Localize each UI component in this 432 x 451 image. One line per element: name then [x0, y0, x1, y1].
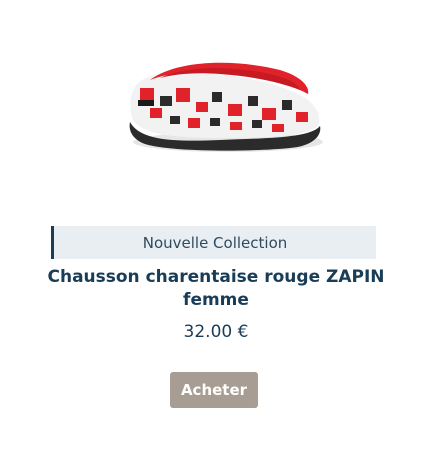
product-price: 32.00 € — [183, 322, 249, 342]
product-image[interactable] — [110, 30, 330, 180]
product-card: Nouvelle Collection Chausson charentaise… — [0, 0, 432, 451]
buy-button[interactable]: Acheter — [170, 372, 258, 408]
slipper-illustration — [129, 62, 323, 152]
new-collection-badge: Nouvelle Collection — [51, 226, 376, 259]
badge-label: Nouvelle Collection — [142, 233, 288, 252]
product-title[interactable]: Chausson charentaise rouge ZAPIN femme — [40, 266, 392, 312]
